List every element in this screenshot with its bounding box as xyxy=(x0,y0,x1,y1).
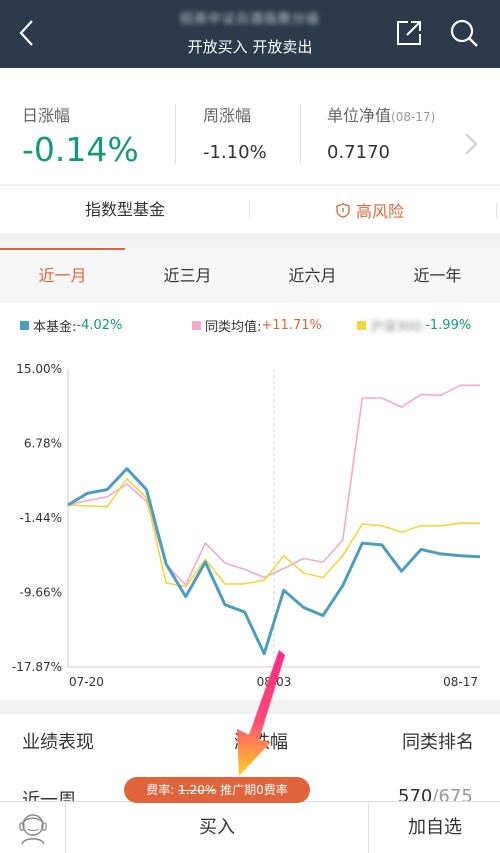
y-tick-label: 6.78% xyxy=(24,437,62,451)
y-tick-label: -17.87% xyxy=(12,660,62,674)
weekly-change-value: -1.10% xyxy=(203,142,267,163)
fund-type-tag[interactable]: 指数型基金 xyxy=(0,186,250,234)
x-tick-label: 08-03 xyxy=(257,675,292,689)
y-tick-label: -9.66% xyxy=(20,586,62,600)
weekly-change-label: 周涨幅 xyxy=(203,106,252,125)
col-header-performance: 业绩表现 xyxy=(22,732,94,753)
search-icon[interactable] xyxy=(448,17,480,49)
line-chart[interactable]: 15.00% 6.78% -1.44% -9.66% -17.87% 07-20 08-03… xyxy=(0,303,500,700)
customer-service-icon xyxy=(18,814,47,845)
fund-metrics-card[interactable]: 日涨幅 -0.14% 周涨幅 -1.10% 单位净值(08-17) 0.7170 xyxy=(0,68,500,184)
add-watchlist-button[interactable]: 加自选 xyxy=(370,802,500,853)
nav-label-text: 单位净值 xyxy=(327,106,392,125)
trade-status: 开放买入 开放卖出 xyxy=(187,38,313,56)
y-tick-label: -1.44% xyxy=(20,511,62,525)
shield-icon xyxy=(336,202,350,218)
buy-button[interactable]: 买入 xyxy=(66,802,369,853)
col-header-rank: 同类排名 xyxy=(402,732,474,753)
tab-6-months[interactable]: 近六月 xyxy=(250,248,375,303)
fee-prefix: 费率: xyxy=(146,783,175,797)
nav-value: 0.7170 xyxy=(327,142,390,163)
fee-promo: 推广期0费率 xyxy=(220,783,288,797)
performance-chart-panel: 本基金: -4.02% 同类均值: +11.71% 沪深300: -1.99% … xyxy=(0,303,500,700)
share-icon[interactable] xyxy=(394,18,424,48)
fee-badge: 费率: 1.20% 推广期0费率 xyxy=(124,777,310,803)
fund-name-title: 招商中证白酒指数分级 xyxy=(179,12,320,27)
fee-original: 1.20% xyxy=(178,783,217,797)
active-tab-indicator xyxy=(0,248,125,250)
y-tick-label: 15.00% xyxy=(16,362,62,376)
tab-1-month[interactable]: 近一月 xyxy=(0,248,125,303)
nav-date: (08-17) xyxy=(391,110,436,124)
bottom-action-bar: 买入 加自选 xyxy=(0,801,500,853)
divider xyxy=(175,104,176,164)
nav-label: 单位净值(08-17) xyxy=(327,102,435,126)
app-header: 招商中证白酒指数分级 开放买入 开放卖出 xyxy=(0,0,500,68)
chevron-right-icon[interactable] xyxy=(462,130,480,158)
risk-level-label: 高风险 xyxy=(355,202,404,221)
x-tick-label: 07-20 xyxy=(69,675,104,689)
customer-service-button[interactable] xyxy=(0,802,66,853)
divider xyxy=(496,202,497,218)
risk-level-tag[interactable]: 高风险 xyxy=(250,186,490,234)
divider xyxy=(300,104,301,164)
back-arrow-icon[interactable] xyxy=(14,18,42,48)
fund-tags-row: 指数型基金 高风险 xyxy=(0,185,500,233)
col-header-change: 涨跌幅 xyxy=(234,732,288,753)
daily-change-value: -0.14% xyxy=(22,130,139,169)
tab-3-months[interactable]: 近三月 xyxy=(125,248,250,303)
x-tick-label: 08-17 xyxy=(443,675,478,689)
tab-1-year[interactable]: 近一年 xyxy=(375,248,500,303)
daily-change-label: 日涨幅 xyxy=(22,106,71,125)
period-tabs: 近一月 近三月 近六月 近一年 xyxy=(0,248,500,303)
